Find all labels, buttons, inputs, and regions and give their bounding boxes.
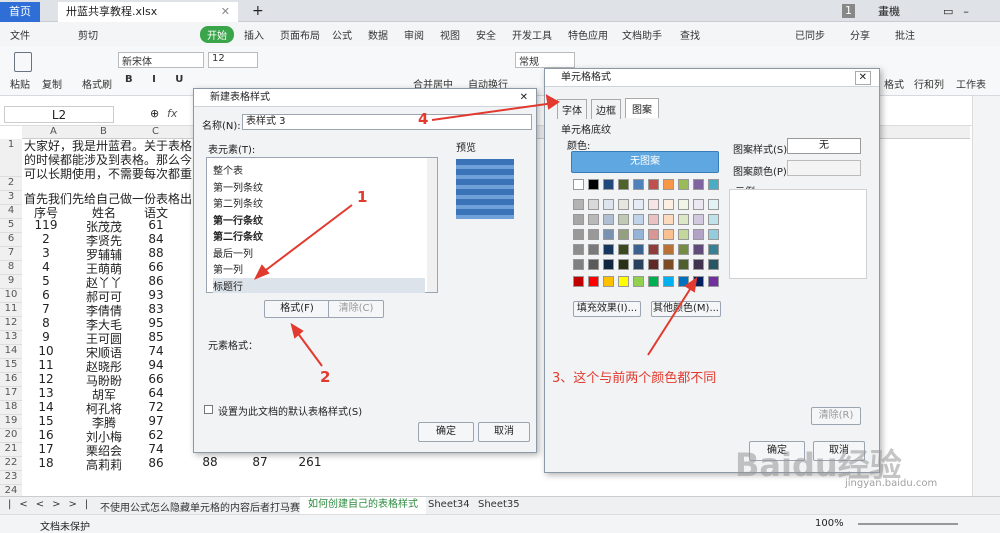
arrow-1 <box>257 204 353 277</box>
arrow-3 <box>647 282 695 356</box>
arrow-4 <box>431 102 555 121</box>
arrow-1-head <box>253 264 270 280</box>
arrow-3-head <box>684 276 698 293</box>
arrow-4-head <box>545 94 560 110</box>
watermark-url: jingyan.baidu.com <box>845 478 938 489</box>
